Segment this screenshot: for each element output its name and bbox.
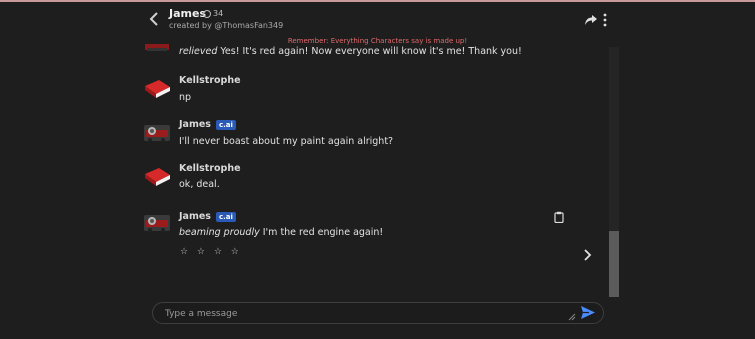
message-action: beaming proudly	[179, 227, 260, 238]
message-text: relieved Yes! It's red again! Now everyo…	[179, 46, 522, 57]
send-icon[interactable]	[580, 305, 596, 320]
message-input[interactable]	[163, 303, 567, 325]
james-engine-avatar-icon	[144, 125, 170, 142]
ai-badge: c.ai	[215, 119, 236, 130]
message-text: I'll never boast about my paint again al…	[179, 136, 394, 147]
disclaimer-banner: Remember: Everything Characters say is m…	[287, 37, 468, 45]
scrollbar-thumb[interactable]	[609, 231, 619, 297]
chevron-right-icon[interactable]	[582, 248, 592, 262]
message-text: beaming proudly I'm the red engine again…	[179, 227, 383, 238]
chat-header: James 34 created by @ThomasFan349	[137, 2, 619, 36]
message-author: James c.ai	[179, 119, 236, 130]
ai-badge: c.ai	[215, 211, 236, 222]
message-text: np	[179, 92, 192, 103]
james-engine-avatar-icon	[145, 44, 169, 51]
interaction-count: 34	[203, 9, 223, 18]
message-author: Kellstrophe	[179, 75, 241, 86]
message-action: relieved	[179, 46, 218, 57]
character-name[interactable]: James	[169, 7, 206, 20]
author-name: James	[179, 119, 211, 130]
message-composer	[152, 302, 604, 325]
red-book-avatar-icon	[145, 168, 170, 186]
share-icon[interactable]	[584, 14, 598, 26]
message-body: I'm the red engine again!	[259, 227, 384, 238]
author-name: Kellstrophe	[179, 163, 241, 174]
back-arrow-icon[interactable]	[147, 11, 161, 27]
red-book-avatar-icon	[145, 80, 170, 98]
message-body: Yes! It's red again! Now everyone will k…	[217, 46, 522, 57]
james-engine-avatar-icon	[144, 215, 170, 232]
creator-label[interactable]: created by @ThomasFan349	[169, 21, 283, 30]
chat-count-icon	[203, 9, 211, 18]
copy-icon[interactable]	[554, 211, 564, 223]
message-author: James c.ai	[179, 211, 236, 222]
count-value: 34	[213, 9, 224, 18]
rating-stars[interactable]: ☆ ☆ ☆ ☆	[180, 247, 242, 257]
message-text: ok, deal.	[179, 179, 220, 190]
more-options-icon[interactable]	[602, 13, 608, 27]
author-name: James	[179, 211, 211, 222]
resize-handle-icon[interactable]	[568, 313, 576, 321]
message-author: Kellstrophe	[179, 163, 241, 174]
author-name: Kellstrophe	[179, 75, 241, 86]
